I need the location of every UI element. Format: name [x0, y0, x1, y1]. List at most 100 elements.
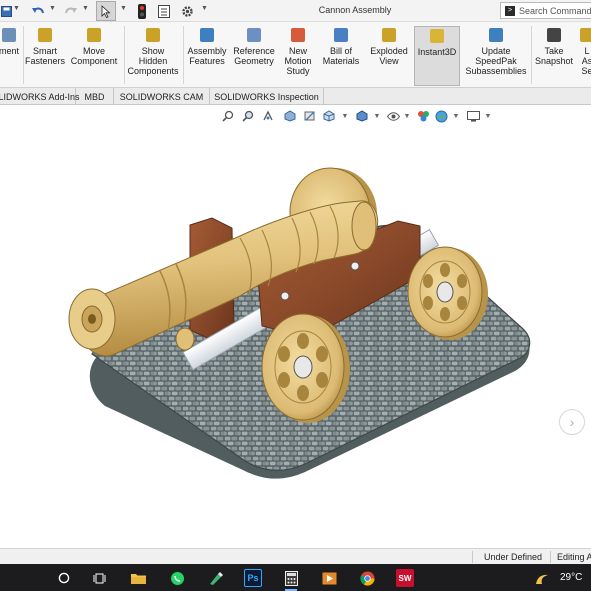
assembly-features-button[interactable]: Assembly Features: [186, 26, 228, 86]
traffic-light-icon[interactable]: [136, 3, 148, 19]
command-manager-ribbon: ment Smart Fasteners Move Component Show…: [0, 22, 591, 88]
apply-scene-dropdown-icon[interactable]: ▼: [452, 109, 460, 123]
cannon-model[interactable]: [0, 126, 591, 548]
save-dropdown-icon[interactable]: ▼: [13, 5, 20, 12]
status-bar: Under Defined Editing A: [0, 548, 591, 564]
whatsapp-icon[interactable]: [168, 569, 186, 587]
carriage-bolt: [280, 291, 290, 301]
reference-geometry-button[interactable]: Reference Geometry: [231, 26, 277, 86]
view-orientation-dropdown-icon[interactable]: ▼: [341, 109, 349, 123]
move-icon: [87, 28, 101, 42]
photoshop-icon[interactable]: Ps: [244, 569, 262, 587]
title-bar: ▼ ▼ ▼ ▼ ▼ Cannon Assembly > Search Comma…: [0, 0, 591, 22]
ribbon-label: Instant3D: [417, 47, 457, 57]
solidworks-icon[interactable]: SW: [396, 569, 414, 587]
camera-icon: [547, 28, 561, 42]
ribbon-label: ment: [0, 46, 19, 56]
options-gear-icon[interactable]: [180, 3, 194, 19]
dynamic-annotation-icon[interactable]: [303, 109, 317, 123]
show-hidden-components-button[interactable]: Show Hidden Components: [126, 26, 180, 86]
front-left-wheel[interactable]: [261, 313, 350, 423]
bom-icon: [334, 28, 348, 42]
view-settings-icon[interactable]: [466, 109, 480, 123]
tab-solidworks-add-ins[interactable]: OLIDWORKS Add-Ins: [0, 88, 80, 105]
command-prompt-icon: >: [505, 5, 515, 16]
zoom-to-fit-icon[interactable]: [221, 109, 235, 123]
display-style-icon[interactable]: [355, 109, 369, 123]
status-divider: [550, 551, 551, 563]
update-speedpak-button[interactable]: Update SpeedPak Subassemblies: [463, 26, 529, 86]
ribbon-label: Smart Fasteners: [24, 46, 66, 66]
motion-icon: [291, 28, 305, 42]
bill-of-materials-button[interactable]: Bill of Materials: [319, 26, 363, 86]
tab-solidworks-cam[interactable]: SOLIDWORKS CAM: [114, 88, 210, 105]
move-component-button[interactable]: Move Component: [68, 26, 120, 86]
large-assembly-icon: [580, 28, 591, 42]
ribbon-separator: [124, 26, 125, 84]
chrome-icon[interactable]: [358, 569, 376, 587]
eye-icon: [146, 28, 160, 42]
ribbon-label: L As Se: [581, 46, 591, 76]
temperature-readout: 29°C: [560, 572, 583, 583]
hide-show-items-icon[interactable]: [386, 109, 400, 123]
instant3d-button[interactable]: Instant3D: [414, 26, 460, 86]
task-view-icon[interactable]: [90, 569, 108, 587]
ribbon-label: Show Hidden Components: [127, 46, 179, 76]
speedpak-icon: [489, 28, 503, 42]
save-icon[interactable]: [0, 3, 12, 19]
edit-appearance-icon[interactable]: [416, 109, 430, 123]
next-arrow-icon[interactable]: ›: [559, 409, 585, 435]
smart-fasteners-button[interactable]: Smart Fasteners: [25, 26, 65, 86]
status-divider: [472, 551, 473, 563]
zoom-to-area-icon[interactable]: [241, 109, 255, 123]
windows-taskbar: Ps SW 29°C: [0, 564, 591, 591]
solidworks-window: ▼ ▼ ▼ ▼ ▼ Cannon Assembly > Search Comma…: [0, 0, 591, 591]
instant3d-icon: [430, 29, 444, 43]
window-title: Cannon Assembly: [318, 5, 392, 15]
component-icon: [2, 28, 16, 42]
explode-icon: [382, 28, 396, 42]
redo-icon[interactable]: [63, 3, 79, 19]
weather-icon[interactable]: [532, 569, 552, 587]
calculator-icon[interactable]: [282, 569, 300, 591]
section-view-icon[interactable]: [283, 109, 297, 123]
graphics-area[interactable]: ›: [0, 126, 591, 548]
definition-status: Under Defined: [484, 552, 543, 562]
options-dropdown-icon[interactable]: ▼: [201, 5, 208, 12]
undo-icon[interactable]: [30, 3, 46, 19]
select-dropdown-icon[interactable]: ▼: [120, 5, 127, 12]
ribbon-label: Take Snapshot: [534, 46, 574, 66]
file-explorer-icon[interactable]: [129, 569, 147, 587]
undo-dropdown-icon[interactable]: ▼: [49, 5, 56, 12]
new-motion-study-button[interactable]: New Motion Study: [280, 26, 316, 86]
search-commands-input[interactable]: > Search Command: [500, 2, 591, 19]
tab-mbd[interactable]: MBD: [76, 88, 114, 105]
ribbon-label: Move Component: [70, 46, 118, 66]
apply-scene-icon[interactable]: [434, 109, 448, 123]
file-properties-icon[interactable]: [157, 3, 171, 19]
start-circle-icon[interactable]: [55, 569, 73, 587]
ribbon-label: Exploded View: [370, 46, 408, 66]
ribbon-label: Bill of Materials: [322, 46, 360, 66]
carriage-bolt: [350, 261, 360, 271]
redo-dropdown-icon[interactable]: ▼: [82, 5, 89, 12]
previous-view-icon[interactable]: [261, 109, 275, 123]
plane-icon: [247, 28, 261, 42]
large-assembly-settings-button[interactable]: L As Se: [577, 26, 591, 86]
exploded-view-button[interactable]: Exploded View: [366, 26, 412, 86]
bolt-icon: [38, 28, 52, 42]
tab-solidworks-inspection[interactable]: SOLIDWORKS Inspection: [210, 88, 324, 105]
ribbon-separator: [23, 26, 24, 84]
select-icon[interactable]: [96, 1, 116, 21]
take-snapshot-button[interactable]: Take Snapshot: [533, 26, 575, 86]
marker-app-icon[interactable]: [206, 569, 224, 587]
insert-component-button[interactable]: ment: [0, 26, 20, 86]
command-manager-tabs: OLIDWORKS Add-Ins MBD SOLIDWORKS CAM SOL…: [0, 88, 591, 105]
hide-show-dropdown-icon[interactable]: ▼: [403, 109, 411, 123]
view-orientation-icon[interactable]: [322, 109, 336, 123]
search-placeholder: Search Command: [519, 5, 591, 16]
display-style-dropdown-icon[interactable]: ▼: [373, 109, 381, 123]
media-player-icon[interactable]: [320, 569, 338, 587]
view-settings-dropdown-icon[interactable]: ▼: [484, 109, 492, 123]
editing-status: Editing A: [557, 552, 591, 562]
